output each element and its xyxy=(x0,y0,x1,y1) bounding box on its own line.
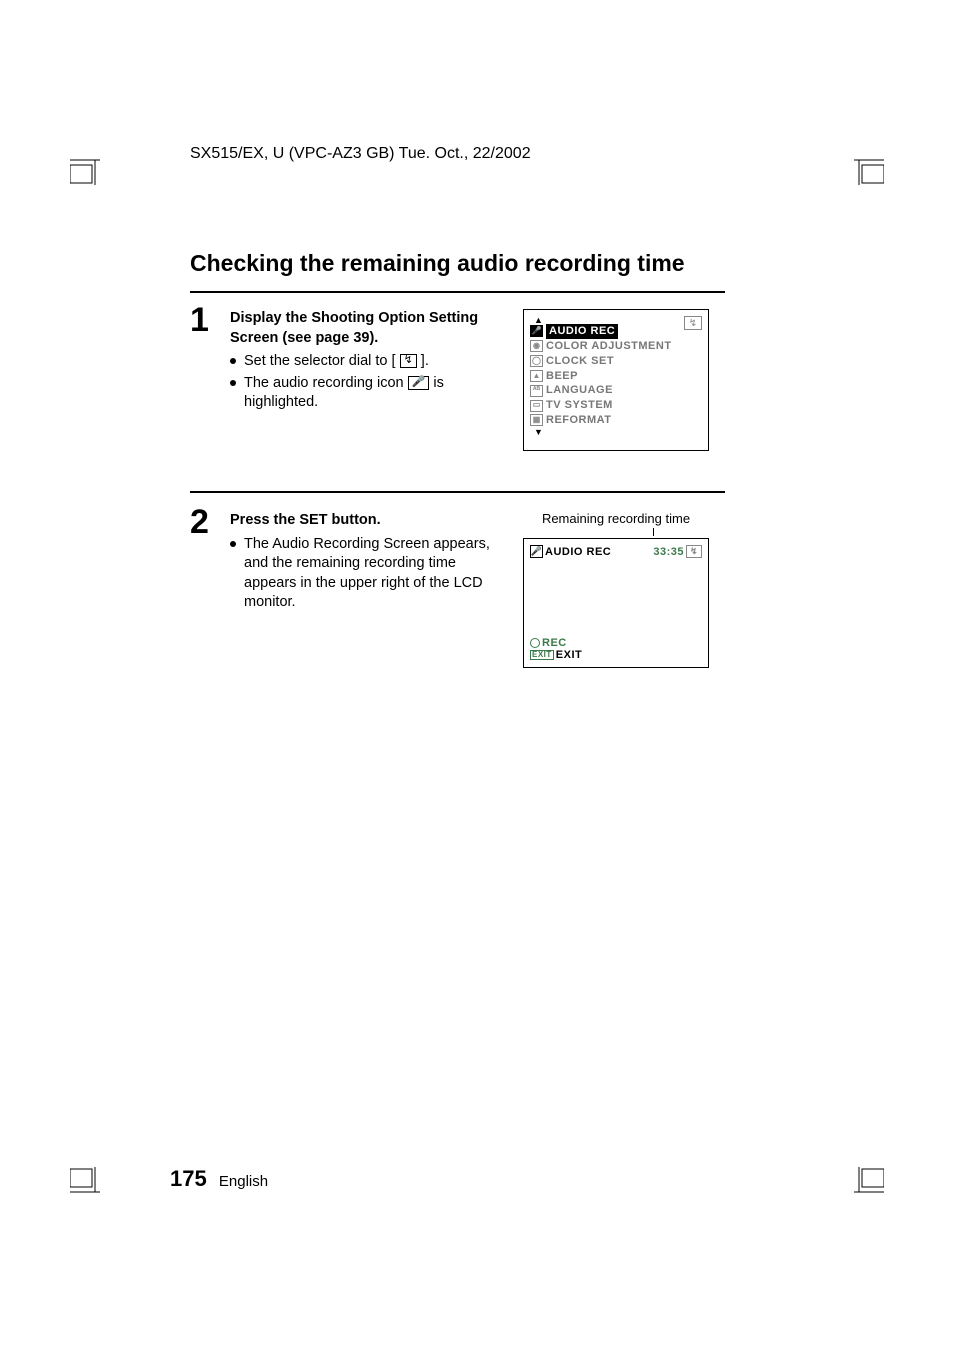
step-1-heading: Display the Shooting Option Setting Scre… xyxy=(230,309,490,348)
page-footer: 175 English xyxy=(170,1166,268,1192)
remaining-time-caption: Remaining recording time xyxy=(523,511,709,526)
step-2-heading: Press the SET button. xyxy=(230,511,490,531)
lcd-screen-2-figure: Remaining recording time 🎤 AUDIO REC 33:… xyxy=(523,511,709,668)
palette-icon: ◉ xyxy=(530,340,543,352)
crop-mark-br xyxy=(834,1167,884,1217)
tv-icon: ▭ xyxy=(530,400,543,412)
scroll-down-arrow-icon: ▼ xyxy=(534,428,702,436)
rec-label: REC xyxy=(542,637,567,649)
menu-language: LANGUAGE xyxy=(546,383,613,398)
lcd-screen-1: ↯ ▲ 🎤AUDIO REC ◉COLOR ADJUSTMENT ◯CLOCK … xyxy=(523,309,709,451)
option-menu-list: 🎤AUDIO REC ◉COLOR ADJUSTMENT ◯CLOCK SET … xyxy=(530,324,702,428)
clock-icon: ◯ xyxy=(530,355,543,367)
menu-color-adjustment: COLOR ADJUSTMENT xyxy=(546,339,672,354)
exit-label: EXIT xyxy=(556,649,582,661)
menu-tv-system: TV SYSTEM xyxy=(546,398,613,413)
mic-inline-icon: 🎤 xyxy=(408,376,430,390)
record-dot-icon xyxy=(530,638,540,648)
menu-beep: BEEP xyxy=(546,369,578,384)
scroll-up-arrow-icon: ▲ xyxy=(534,316,702,324)
language-icon: ᴬᴮ xyxy=(530,385,543,397)
beep-icon: ▲ xyxy=(530,370,543,382)
step-2-number: 2 xyxy=(190,505,214,668)
crop-mark-tr xyxy=(834,135,884,185)
exit-box-icon: EXIT xyxy=(530,650,554,661)
menu-clock-set: CLOCK SET xyxy=(546,354,614,369)
step-1-number: 1 xyxy=(190,303,214,451)
step-2-bullet-1: The Audio Recording Screen appears, and … xyxy=(230,535,490,613)
page-number: 175 xyxy=(170,1166,207,1191)
mic-icon: 🎤 xyxy=(530,325,543,337)
setup-mode-icon-small: ↯ xyxy=(686,545,702,558)
page-title: Checking the remaining audio recording t… xyxy=(190,250,725,277)
remaining-time-value: 33:35 xyxy=(653,546,684,558)
format-icon: ▦ xyxy=(530,414,543,426)
step-1-bullet-2: The audio recording icon 🎤 is highlighte… xyxy=(230,374,490,413)
step-1-bullet-1: Set the selector dial to [ ↯ ]. xyxy=(230,352,490,372)
menu-reformat: REFORMAT xyxy=(546,413,612,428)
audio-rec-label: AUDIO REC xyxy=(545,546,611,558)
crop-mark-bl xyxy=(70,1167,120,1217)
setup-dial-icon: ↯ xyxy=(400,354,417,368)
caption-pointer-icon xyxy=(653,528,654,536)
footer-language: English xyxy=(219,1173,268,1190)
step-1: 1 ↯ ▲ 🎤AUDIO REC ◉COLOR ADJUSTMENT ◯CLOC… xyxy=(190,303,725,451)
crop-mark-tl xyxy=(70,135,120,185)
mic-icon-small: 🎤 xyxy=(530,545,543,558)
title-rule xyxy=(190,291,725,293)
document-header: SX515/EX, U (VPC-AZ3 GB) Tue. Oct., 22/2… xyxy=(190,145,531,163)
step-2: 2 Remaining recording time 🎤 AUDIO REC 3… xyxy=(190,505,725,668)
menu-audio-rec: AUDIO REC xyxy=(546,324,618,339)
setup-mode-icon: ↯ xyxy=(684,316,702,330)
section-rule xyxy=(190,491,725,493)
